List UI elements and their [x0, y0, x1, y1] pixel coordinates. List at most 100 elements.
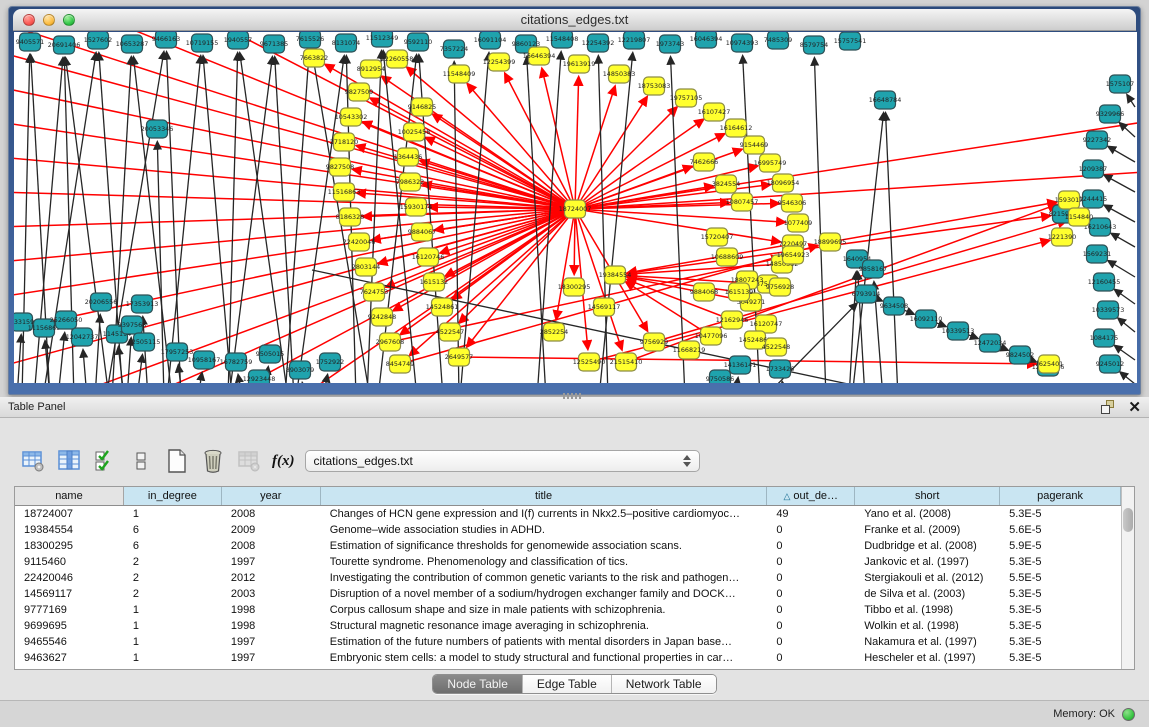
graph-node-yellow[interactable]: 8186328: [336, 208, 364, 226]
graph-node-teal[interactable]: 16091104: [474, 32, 507, 49]
graph-node-yellow[interactable]: 7625401: [1035, 355, 1063, 373]
graph-node-teal[interactable]: 10719155: [186, 34, 219, 52]
close-panel-icon[interactable]: ✕: [1128, 400, 1141, 415]
graph-node-yellow[interactable]: 9827508: [326, 158, 354, 176]
citation-edge-black[interactable]: [1104, 175, 1135, 192]
column-header-year[interactable]: year: [222, 487, 321, 505]
memory-status-indicator[interactable]: [1122, 708, 1135, 721]
graph-node-teal[interactable]: 9671385: [260, 35, 288, 53]
citation-edge-red[interactable]: [379, 209, 575, 264]
table-row[interactable]: 1456911722003Disruption of a novel membe…: [15, 586, 1121, 602]
citation-edge-black[interactable]: [1111, 233, 1135, 247]
graph-node-teal[interactable]: 10653287: [116, 35, 149, 53]
citation-edge-red[interactable]: [575, 209, 785, 222]
graph-node-yellow[interactable]: 8454749: [386, 355, 414, 373]
column-header-pagerank[interactable]: pagerank: [1000, 487, 1121, 505]
graph-node-yellow[interactable]: 8912954: [357, 60, 385, 78]
column-header-short[interactable]: short: [855, 487, 1000, 505]
table-row[interactable]: 946362711997Embryonic stem cells: a mode…: [15, 650, 1121, 666]
graph-node-teal[interactable]: 1575107: [1106, 75, 1134, 93]
graph-node-yellow[interactable]: 22260558: [381, 50, 414, 68]
graph-node-teal[interactable]: 8903079: [286, 361, 314, 379]
citation-edge-red[interactable]: [575, 122, 1137, 209]
graph-node-yellow[interactable]: 18753083: [638, 77, 671, 95]
graph-node-yellow[interactable]: 19613919: [563, 55, 596, 73]
graph-node-teal[interactable]: 7615526: [296, 32, 324, 48]
graph-node-yellow[interactable]: 1615139: [725, 283, 753, 301]
graph-node-teal[interactable]: 10339573: [1092, 301, 1125, 319]
table-row[interactable]: 969969511998Structural magnetic resonanc…: [15, 618, 1121, 634]
graph-node-yellow[interactable]: 1364436: [394, 148, 422, 166]
graph-node-teal[interactable]: 11548408: [546, 32, 579, 48]
citation-edge-black[interactable]: [228, 53, 238, 383]
graph-node-teal[interactable]: 9397568: [118, 316, 146, 334]
graph-node-teal[interactable]: 9858167: [859, 260, 887, 278]
graph-node-yellow[interactable]: 10477096: [695, 327, 728, 345]
table-row[interactable]: 946554611997Estimation of the future num…: [15, 634, 1121, 650]
tab-network-table[interactable]: Network Table: [612, 675, 716, 693]
graph-node-yellow[interactable]: 3824554: [712, 175, 740, 193]
graph-node-yellow[interactable]: 7462666: [690, 153, 718, 171]
graph-node-teal[interactable]: 16046394: [690, 32, 723, 48]
graph-node-yellow[interactable]: 18899695: [814, 233, 847, 251]
graph-node-teal[interactable]: 12472034: [974, 334, 1007, 352]
citation-edge-red[interactable]: [830, 202, 1056, 242]
graph-node-yellow[interactable]: 12162946: [716, 311, 749, 329]
citation-edge-black[interactable]: [1120, 372, 1135, 383]
graph-node-teal[interactable]: 16648784: [869, 91, 902, 109]
graph-node-yellow[interactable]: 11516863: [328, 183, 361, 201]
graph-node-teal[interactable]: 1084175: [1090, 329, 1118, 347]
graph-node-teal[interactable]: 6793914: [852, 285, 880, 303]
graph-node-teal[interactable]: 1209387: [1079, 160, 1107, 178]
graph-node-teal[interactable]: 17353913: [126, 295, 159, 313]
graph-node-teal[interactable]: 1752922: [316, 353, 344, 371]
graph-node-yellow[interactable]: 19384554: [599, 266, 632, 284]
row-height-icon[interactable]: [126, 447, 156, 475]
table-options-icon[interactable]: [18, 447, 48, 475]
citation-edge-red[interactable]: [386, 209, 575, 287]
graph-node-yellow[interactable]: 2649577: [445, 348, 473, 366]
graph-node-yellow[interactable]: 2803144: [352, 258, 380, 276]
citation-edge-black[interactable]: [58, 333, 65, 383]
citation-edge-black[interactable]: [17, 335, 21, 383]
citation-edge-black[interactable]: [598, 56, 608, 383]
graph-node-teal[interactable]: 16782759: [220, 353, 253, 371]
graph-node-teal[interactable]: 9505015: [256, 345, 284, 363]
graph-node-teal[interactable]: 10339513: [942, 322, 975, 340]
scrollbar-thumb[interactable]: [1123, 508, 1133, 532]
column-header-name[interactable]: name: [15, 487, 124, 505]
citation-edge-black[interactable]: [1108, 147, 1135, 162]
graph-node-yellow[interactable]: 9146825: [408, 98, 436, 116]
graph-node-yellow[interactable]: 18096954: [767, 174, 800, 192]
citation-edge-black[interactable]: [1118, 318, 1135, 332]
table-scrollbar[interactable]: [1121, 487, 1134, 669]
citation-edge-black[interactable]: [95, 315, 100, 383]
citation-edge-black[interactable]: [814, 58, 826, 383]
graph-node-yellow[interactable]: 9154469: [740, 136, 768, 154]
graph-node-yellow[interactable]: 4522548: [762, 338, 790, 356]
citation-edge-black[interactable]: [83, 350, 87, 383]
graph-node-yellow[interactable]: 9756929: [640, 333, 668, 351]
table-row[interactable]: 911546021997Tourette syndrome. Phenomeno…: [15, 554, 1121, 570]
network-window-titlebar[interactable]: citations_edges.txt: [13, 9, 1136, 31]
graph-node-yellow[interactable]: 12525490: [573, 353, 606, 371]
graph-node-yellow[interactable]: 10688609: [711, 248, 744, 266]
graph-node-yellow[interactable]: 16120746: [412, 248, 445, 266]
graph-node-yellow[interactable]: 9756928: [766, 278, 794, 296]
graph-node-yellow[interactable]: 9884068: [690, 283, 718, 301]
graph-node-yellow[interactable]: 1593017: [1055, 191, 1083, 209]
graph-node-yellow[interactable]: 9827509: [345, 83, 373, 101]
graph-node-teal[interactable]: 15757541: [834, 32, 867, 50]
graph-node-yellow[interactable]: 16107427: [698, 103, 731, 121]
citation-edge-red[interactable]: [575, 97, 647, 209]
graph-node-teal[interactable]: 1527602: [84, 32, 112, 49]
select-columns-icon[interactable]: [90, 447, 120, 475]
delete-table-icon[interactable]: [198, 447, 228, 475]
graph-node-teal[interactable]: 9824502: [1006, 346, 1034, 364]
citation-edge-red[interactable]: [575, 77, 579, 209]
table-row[interactable]: 1938455462009Genome–wide association stu…: [15, 522, 1121, 538]
table-row[interactable]: 1872400712008Changes of HCN gene express…: [15, 506, 1121, 522]
graph-node-teal[interactable]: 9592110: [404, 33, 432, 51]
graph-node-teal[interactable]: 12160455: [1088, 273, 1121, 291]
graph-node-yellow[interactable]: 19757105: [670, 89, 703, 107]
